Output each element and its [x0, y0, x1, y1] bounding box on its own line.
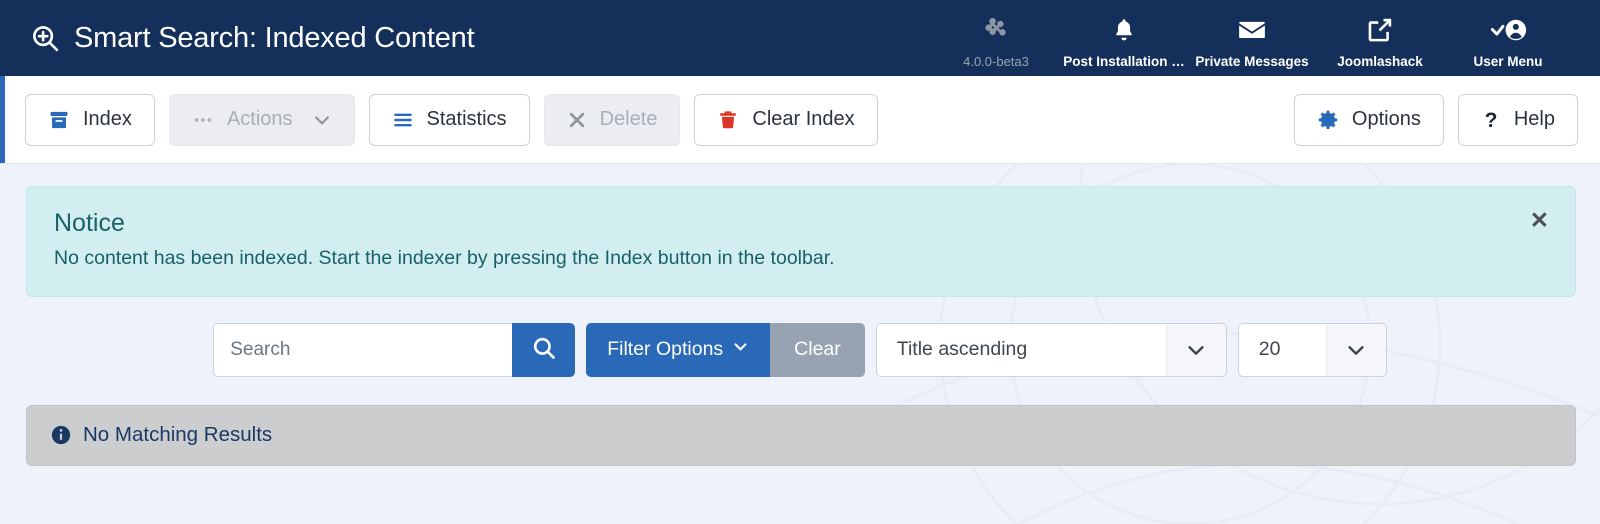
external-link-icon [1366, 13, 1394, 47]
post-installation-messages[interactable]: Post Installation … [1060, 7, 1188, 69]
options-button[interactable]: Options [1293, 93, 1444, 146]
index-button[interactable]: Index [25, 93, 155, 146]
trash-icon [717, 109, 739, 131]
question-mark-icon: ? [1481, 108, 1501, 132]
options-label: Options [1351, 108, 1421, 130]
version-indicator[interactable]: 4.0.0-beta3 [932, 7, 1060, 69]
user-menu-label: User Menu [1473, 54, 1543, 69]
sort-select[interactable]: Title ascending [875, 322, 1227, 377]
envelope-icon [1236, 13, 1268, 47]
search-icon [531, 335, 557, 364]
search-tools-row: Filter Options Clear Title ascending 20 [0, 322, 1600, 377]
notice-message: No content has been indexed. Start the i… [54, 246, 835, 269]
archive-box-icon [48, 109, 70, 131]
search-input[interactable] [213, 322, 513, 377]
content-area: Notice No content has been indexed. Star… [0, 164, 1600, 297]
admin-page: Smart Search: Indexed Content 4.0.0-beta… [0, 0, 1600, 524]
bell-icon [1111, 13, 1137, 47]
version-label: 4.0.0-beta3 [963, 54, 1029, 69]
delete-button[interactable]: Delete [543, 93, 681, 146]
joomlashack-link[interactable]: Joomlashack [1316, 7, 1444, 69]
no-results-alert: No Matching Results [26, 404, 1576, 466]
top-header: Smart Search: Indexed Content 4.0.0-beta… [0, 0, 1600, 76]
private-messages[interactable]: Private Messages [1188, 7, 1316, 69]
clear-filters-button[interactable]: Clear [770, 322, 865, 377]
joomla-logo-icon [981, 13, 1011, 47]
x-icon [567, 110, 587, 130]
statistics-button[interactable]: Statistics [368, 93, 530, 146]
chevron-down-icon [732, 338, 749, 361]
actions-label: Actions [226, 108, 293, 130]
index-label: Index [83, 108, 132, 130]
search-plus-icon [30, 23, 60, 53]
clear-index-button[interactable]: Clear Index [694, 93, 878, 146]
results-area: No Matching Results [0, 404, 1600, 466]
private-messages-label: Private Messages [1195, 54, 1309, 69]
statistics-label: Statistics [426, 108, 507, 130]
page-title-text: Smart Search: Indexed Content [74, 21, 475, 54]
page-title: Smart Search: Indexed Content [30, 21, 475, 55]
list-limit-value: 20 [1258, 338, 1281, 361]
user-check-icon [1489, 13, 1527, 47]
close-icon[interactable]: ✕ [1526, 205, 1553, 236]
svg-text:?: ? [1484, 109, 1497, 132]
gear-icon [1317, 109, 1339, 131]
no-results-message: No Matching Results [83, 422, 273, 446]
filter-options-button[interactable]: Filter Options [586, 322, 771, 377]
chevron-down-icon [1325, 323, 1386, 376]
toolbar-right-group: Options ? Help [1293, 93, 1578, 146]
toolbar: Index Actions Statistics Delete Clear In… [0, 76, 1600, 164]
toolbar-left-group: Index Actions Statistics Delete Clear In… [25, 93, 878, 146]
chevron-down-icon [1165, 323, 1226, 376]
help-label: Help [1513, 108, 1555, 130]
notice-alert: Notice No content has been indexed. Star… [26, 186, 1576, 297]
search-group [213, 322, 576, 377]
help-button[interactable]: ? Help [1457, 93, 1578, 146]
delete-label: Delete [599, 108, 658, 130]
header-tools: 4.0.0-beta3 Post Installation … Private … [932, 7, 1572, 69]
sidebar-edge [0, 76, 5, 163]
info-circle-icon [50, 424, 72, 446]
list-icon [392, 109, 414, 131]
filter-group: Filter Options Clear [586, 322, 865, 377]
post-installation-label: Post Installation … [1063, 54, 1185, 69]
clear-index-label: Clear Index [752, 108, 855, 130]
search-submit-button[interactable] [512, 322, 576, 377]
ellipsis-icon [192, 109, 214, 131]
list-limit-select[interactable]: 20 [1237, 322, 1387, 377]
user-menu[interactable]: User Menu [1444, 7, 1572, 69]
joomlashack-label: Joomlashack [1337, 54, 1423, 69]
chevron-down-icon [312, 110, 332, 130]
filter-options-label: Filter Options [607, 338, 724, 361]
notice-title: Notice [54, 209, 125, 237]
sort-select-value: Title ascending [896, 338, 1028, 361]
actions-button[interactable]: Actions [168, 93, 355, 146]
